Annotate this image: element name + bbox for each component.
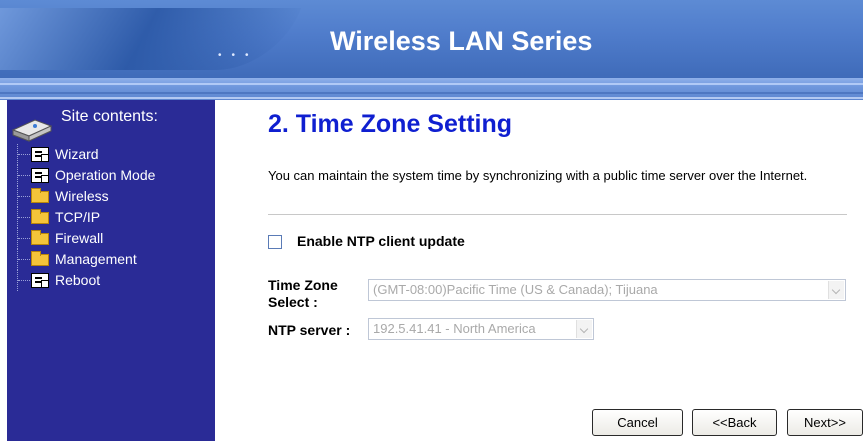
ntp-enable-label[interactable]: Enable NTP client update [297, 233, 465, 249]
sidebar-item-wizard[interactable]: Wizard [17, 144, 212, 165]
sidebar-item-label: Wireless [55, 188, 109, 204]
page-description: You can maintain the system time by sync… [268, 168, 808, 183]
sidebar-item-label: Firewall [55, 230, 104, 246]
ntp-enable-checkbox[interactable] [268, 235, 282, 249]
sidebar-item-label: Management [55, 251, 137, 267]
sidebar-header: Site contents: [11, 108, 211, 144]
sidebar-item-label: TCP/IP [55, 209, 101, 225]
page-icon [31, 168, 49, 183]
folder-icon [31, 188, 49, 203]
router-icon [11, 119, 53, 142]
time-zone-label: Time Zone Select : [268, 277, 338, 310]
sidebar-item-wireless[interactable]: Wireless [17, 186, 212, 207]
sidebar-item-label: Wizard [55, 146, 99, 162]
sidebar-item-firewall[interactable]: Firewall [17, 228, 212, 249]
main-content: 2. Time Zone Setting You can maintain th… [215, 100, 863, 441]
back-button[interactable]: <<Back [692, 409, 777, 436]
sidebar-title: Site contents: [61, 108, 158, 125]
folder-icon [31, 209, 49, 224]
header-title: Wireless LAN Series [330, 26, 593, 56]
folder-icon [31, 251, 49, 266]
ntp-server-label: NTP server : [268, 322, 351, 338]
sidebar-item-operation-mode[interactable]: Operation Mode [17, 165, 212, 186]
sidebar-item-management[interactable]: Management [17, 249, 212, 270]
sidebar-item-tcp-ip[interactable]: TCP/IP [17, 207, 212, 228]
next-button[interactable]: Next>> [787, 409, 863, 436]
chevron-down-icon[interactable] [828, 281, 844, 299]
ntp-server-value: 192.5.41.41 - North America [373, 321, 536, 336]
page-icon [31, 147, 49, 162]
page-title: 2. Time Zone Setting [268, 110, 513, 138]
sidebar-item-reboot[interactable]: Reboot [17, 270, 212, 291]
cancel-button[interactable]: Cancel [592, 409, 683, 436]
sidebar-nav: Wizard Operation Mode Wireless TCP/IP Fi… [17, 144, 212, 291]
sidebar-item-label: Reboot [55, 272, 101, 288]
page-icon [31, 273, 49, 288]
time-zone-value: (GMT-08:00)Pacific Time (US & Canada); T… [373, 282, 658, 297]
chevron-down-icon[interactable] [576, 320, 592, 338]
sidebar: Site contents: Wizard Operation Mode Wir… [7, 100, 215, 441]
divider [268, 214, 847, 215]
sidebar-item-label: Operation Mode [55, 167, 156, 183]
time-zone-select[interactable]: (GMT-08:00)Pacific Time (US & Canada); T… [368, 279, 846, 301]
header-dots-graphic: ••• [218, 50, 259, 61]
header-banner: ••• Wireless LAN Series [0, 0, 863, 78]
folder-icon [31, 230, 49, 245]
ntp-server-select[interactable]: 192.5.41.41 - North America [368, 318, 594, 340]
header-band [0, 78, 863, 100]
